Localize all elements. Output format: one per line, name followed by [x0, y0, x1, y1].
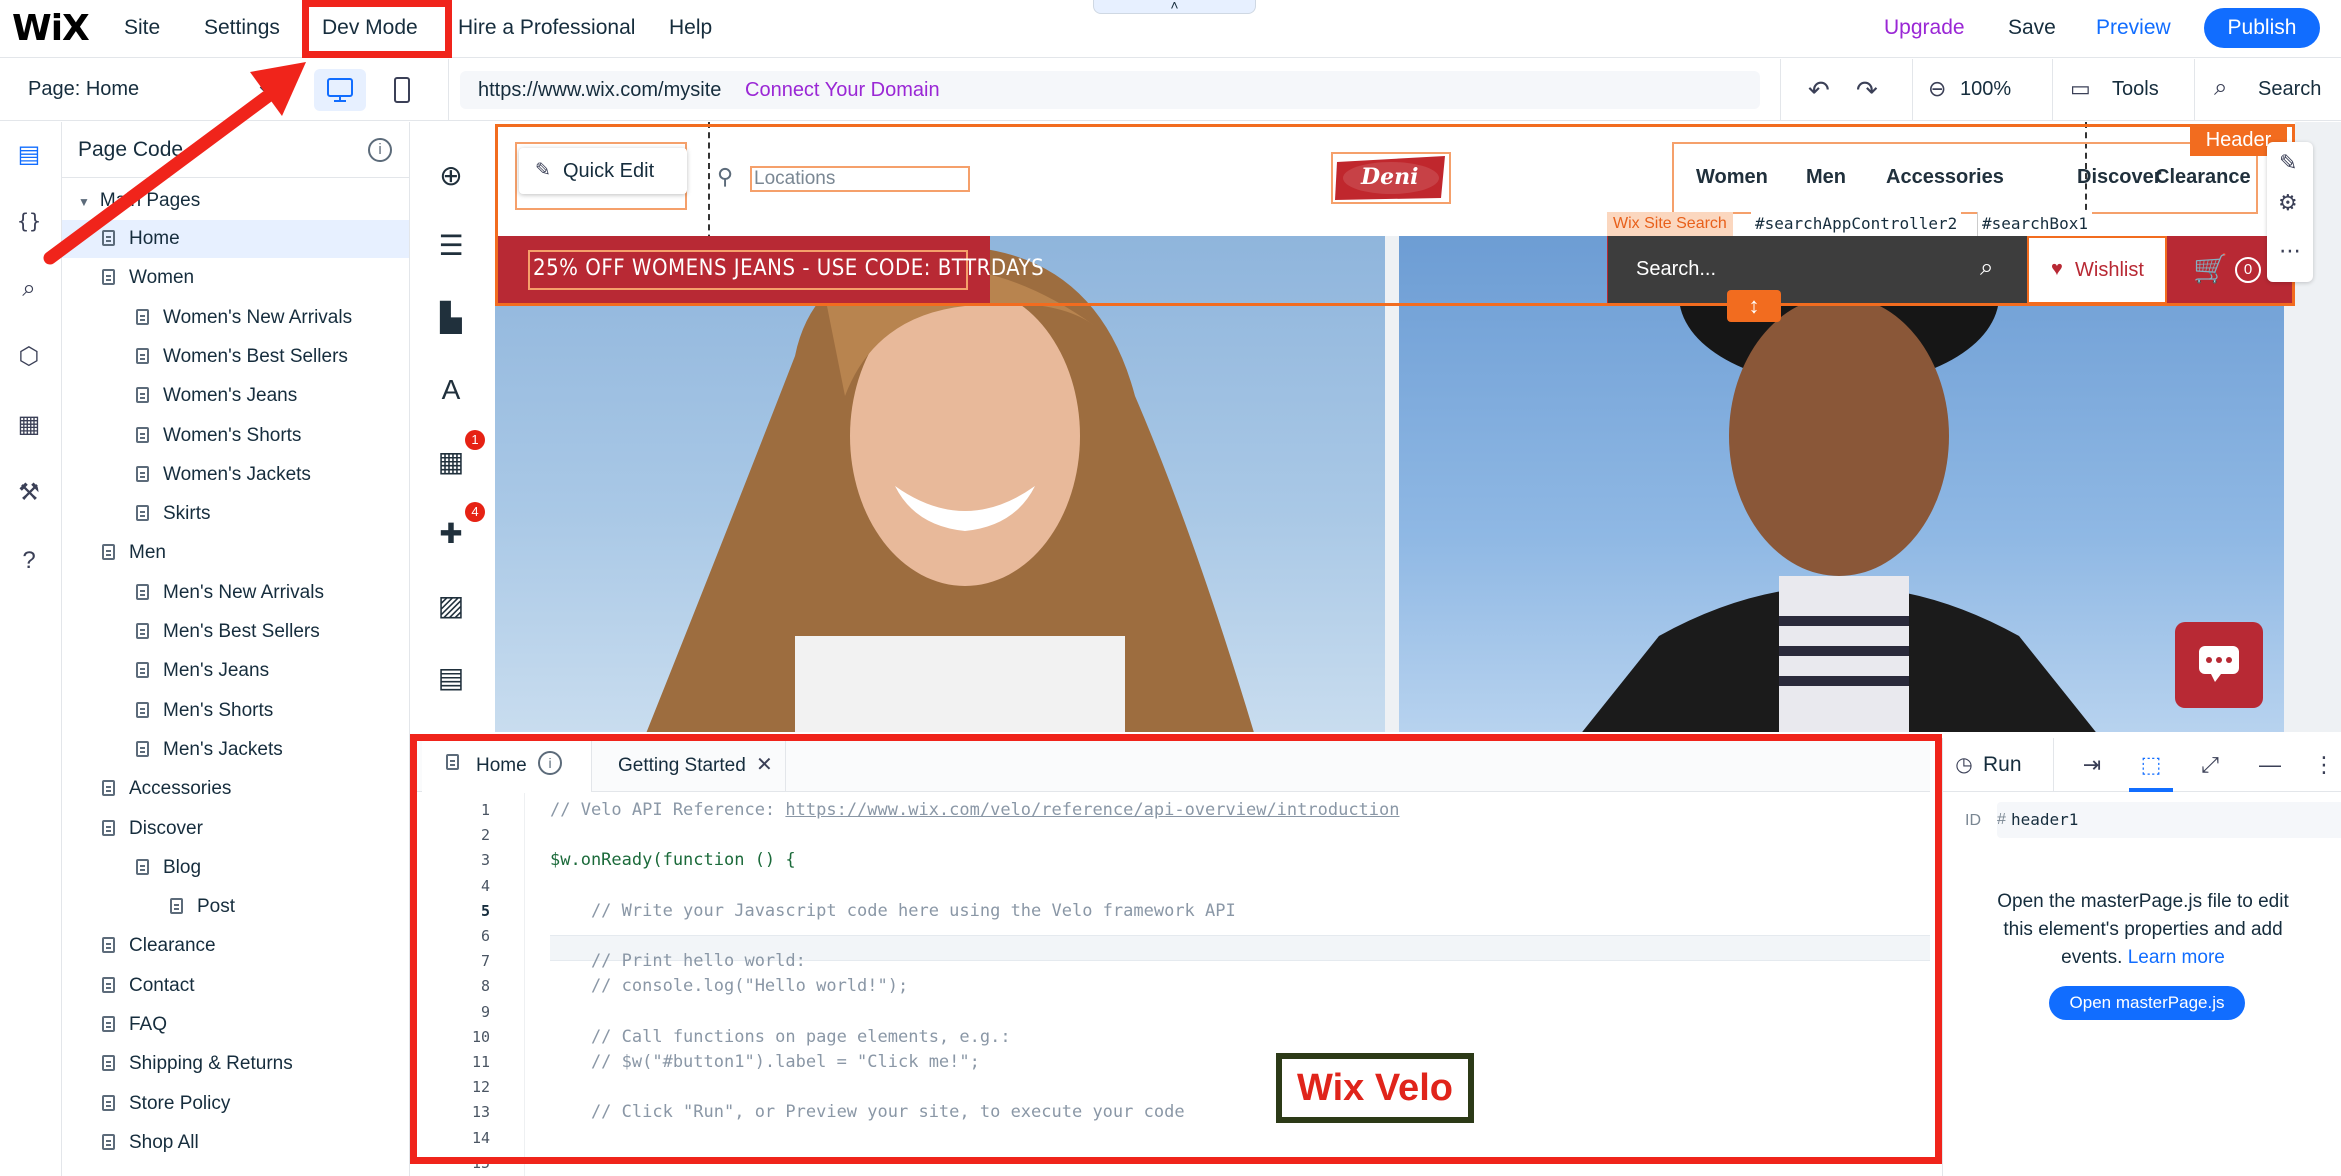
annotation-arrow	[43, 62, 306, 265]
